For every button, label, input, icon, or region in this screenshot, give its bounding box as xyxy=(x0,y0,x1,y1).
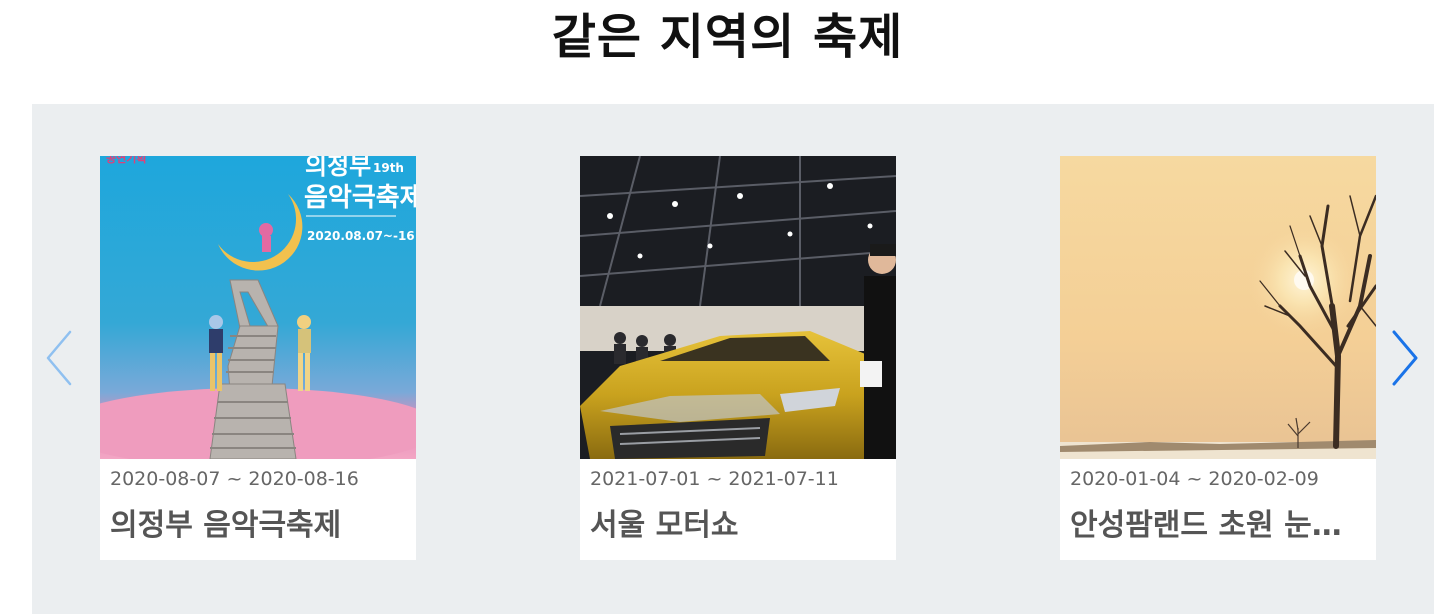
svg-text:공연기획: 공연기획 xyxy=(106,156,146,165)
motor-show-image xyxy=(580,156,896,459)
winter-field-image xyxy=(1060,156,1376,459)
festival-date-range: 2020-01-04 ~ 2020-02-09 xyxy=(1070,468,1319,490)
chevron-right-icon xyxy=(1392,330,1418,386)
festival-carousel: 공연기획 의정부 19th 음악극축제 2020.08.07~-16 2020-… xyxy=(32,104,1434,614)
festival-card[interactable]: 2020-01-04 ~ 2020-02-09 안성팜랜드 초원 눈썰매장 xyxy=(1060,156,1376,560)
section-title: 같은 지역의 축제 xyxy=(551,9,904,65)
poster-edition: 19th xyxy=(373,161,404,175)
festival-name[interactable]: 의정부 음악극축제 xyxy=(110,504,406,548)
poster-title-line1: 의정부 xyxy=(305,156,371,180)
festival-card[interactable]: 2021-07-01 ~ 2021-07-11 서울 모터쇼 xyxy=(580,156,896,560)
festival-date-range: 2021-07-01 ~ 2021-07-11 xyxy=(590,468,839,490)
poster-title-line2: 음악극축제 xyxy=(304,183,416,213)
poster-dates: 2020.08.07~-16 xyxy=(307,229,415,243)
festival-name[interactable]: 서울 모터쇼 xyxy=(590,504,886,548)
carousel-next-button[interactable] xyxy=(1384,328,1424,388)
festival-name[interactable]: 안성팜랜드 초원 눈썰매장 xyxy=(1070,504,1366,548)
carousel-prev-button[interactable] xyxy=(40,328,80,388)
festival-card[interactable]: 공연기획 의정부 19th 음악극축제 2020.08.07~-16 2020-… xyxy=(100,156,416,560)
chevron-left-icon xyxy=(46,330,72,386)
festival-poster-image: 공연기획 의정부 19th 음악극축제 2020.08.07~-16 xyxy=(100,156,416,459)
festival-date-range: 2020-08-07 ~ 2020-08-16 xyxy=(110,468,359,490)
